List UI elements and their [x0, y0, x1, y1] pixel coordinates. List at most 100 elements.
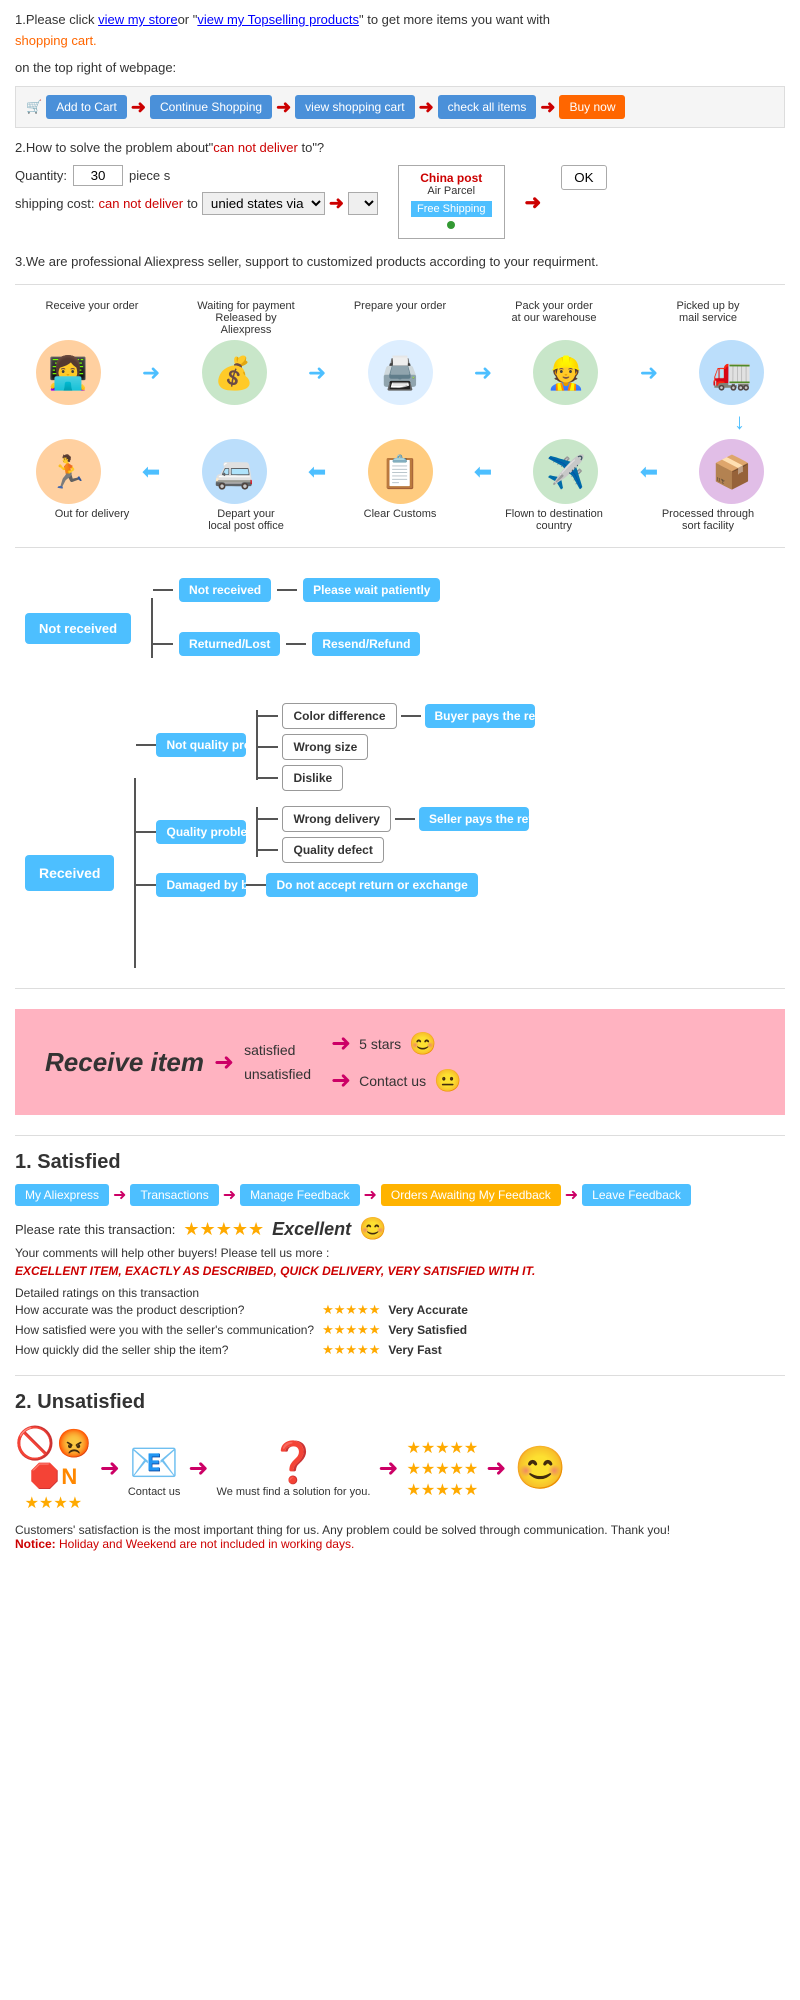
shipping-label: shipping cost: [15, 196, 95, 211]
section-3: 3.We are professional Aliexpress seller,… [15, 254, 785, 269]
section1-text2: on the top right of webpage: [15, 58, 785, 79]
unsatisfied-title: 2. Unsatisfied [15, 1391, 785, 1414]
comment-text: Your comments will help other buyers! Pl… [15, 1246, 785, 1260]
proc-label-2: Waiting for paymentReleased by Aliexpres… [191, 300, 301, 336]
shopping-cart-link[interactable]: shopping cart. [15, 33, 97, 48]
nav-transactions[interactable]: Transactions [130, 1184, 218, 1206]
no-sign-icon: 🚫 [15, 1424, 55, 1462]
q2-stars: ★★★★★ [322, 1322, 380, 1337]
receive-arrow-2: ➜ [331, 1029, 351, 1058]
quantity-input[interactable] [73, 165, 123, 186]
returned-lost-box: Returned/Lost [179, 632, 280, 656]
q3-label: How quickly did the seller ship the item… [15, 1340, 322, 1360]
continue-shopping-button[interactable]: Continue Shopping [150, 95, 272, 119]
q2-label: How satisfied were you with the seller's… [15, 1320, 322, 1340]
resend-refund-box: Resend/Refund [312, 632, 420, 656]
stop-sign-icon: 🛑 [29, 1462, 59, 1491]
ok-button[interactable]: OK [561, 165, 606, 190]
section3-text: 3.We are professional Aliexpress seller,… [15, 254, 785, 269]
n-letter: N [61, 1464, 77, 1490]
satisfied-section: 1. Satisfied My Aliexpress ➜ Transaction… [15, 1151, 785, 1360]
smile-icon: 😊 [409, 1031, 436, 1057]
nav-arrow-2: ➜ [223, 1185, 236, 1205]
rating-row-1: How accurate was the product description… [15, 1300, 476, 1320]
nav-leave-feedback[interactable]: Leave Feedback [582, 1184, 691, 1206]
question-icon: ❓ [269, 1439, 319, 1486]
unsat-step2: 📧 Contact us [128, 1439, 181, 1498]
arrow4-icon: ➜ [540, 97, 555, 118]
proc-icon-person: 👩‍💻 [36, 340, 101, 405]
big-smile-icon: 😊 [514, 1444, 566, 1493]
wrong-size-box: Wrong size [282, 734, 368, 760]
wait-patiently-box: Please wait patiently [303, 578, 440, 602]
excellent-smile-icon: 😊 [359, 1216, 386, 1242]
proc-arrow-4: ➜ [640, 360, 658, 386]
rate-row: Please rate this transaction: ★★★★★ Exce… [15, 1216, 785, 1242]
section2-title: 2.How to solve the problem about"can not… [15, 138, 785, 159]
excellent-text: Excellent [272, 1219, 351, 1240]
r2-label: Very Satisfied [388, 1320, 476, 1340]
nav-flow: My Aliexpress ➜ Transactions ➜ Manage Fe… [15, 1184, 785, 1206]
rating-row-3: How quickly did the seller ship the item… [15, 1340, 476, 1360]
proc-arrow-1: ➜ [142, 360, 160, 386]
nav-my-aliexpress[interactable]: My Aliexpress [15, 1184, 109, 1206]
view-store-link[interactable]: view my store [98, 12, 177, 27]
buy-now-button[interactable]: Buy now [559, 95, 625, 119]
footer-text: Customers' satisfaction is the most impo… [15, 1523, 785, 1537]
notice-label: Notice: [15, 1537, 59, 1551]
proc-label-7: Depart yourlocal post office [191, 508, 301, 532]
proc-label-9: Flown to destinationcountry [499, 508, 609, 532]
nav-arrow-3: ➜ [364, 1185, 377, 1205]
nav-arrow-4: ➜ [565, 1185, 578, 1205]
section1-text: 1.Please click view my storeor "view my … [15, 10, 785, 52]
rate-label: Please rate this transaction: [15, 1222, 175, 1237]
proc-arrow-2: ➜ [308, 360, 326, 386]
decision-tree-received: Received Not quality problem Color diffe… [15, 678, 785, 978]
arrow6-icon: ➜ [525, 190, 542, 215]
ratings-detail: Detailed ratings on this transaction How… [15, 1286, 785, 1360]
add-to-cart-button[interactable]: Add to Cart [46, 95, 127, 119]
seller-pays-box: Seller pays the return shipping fee [419, 807, 529, 831]
star-row3: ★★★★★ [407, 1480, 479, 1500]
proc-icon-plane: ✈️ [533, 439, 598, 504]
arrow5-icon: ➜ [329, 193, 344, 214]
method-select[interactable] [348, 192, 378, 215]
excellent-item-text: EXCELLENT ITEM, EXACTLY AS DESCRIBED, QU… [15, 1264, 785, 1278]
process-section: Receive your order Waiting for paymentRe… [15, 300, 785, 532]
unsat-flow: 🚫 😡 🛑 N ★★★★ ➜ 📧 Contact us ➜ ❓ [15, 1424, 785, 1513]
country-select[interactable]: unied states via [202, 192, 325, 215]
proc-arrow-6: ⬅ [308, 459, 326, 485]
proc-icon-truck: 🚛 [699, 340, 764, 405]
satisfied-label: satisfied [244, 1042, 295, 1058]
quantity-label: Quantity: [15, 168, 67, 183]
q1-label: How accurate was the product description… [15, 1300, 322, 1320]
proc-arrow-5: ⬅ [142, 459, 160, 485]
check-items-button[interactable]: check all items [438, 95, 537, 119]
unsat-arrow-4: ➜ [486, 1454, 506, 1483]
unsat-arrow-1: ➜ [100, 1454, 120, 1483]
proc-arrow-8: ⬅ [640, 459, 658, 485]
angry-face-icon: 😡 [57, 1427, 92, 1460]
damaged-box: Damaged by buyer [156, 873, 246, 897]
proc-arrow-7: ⬅ [474, 459, 492, 485]
view-cart-button[interactable]: view shopping cart [295, 95, 414, 119]
unsatisfied-label: unsatisfied [244, 1066, 311, 1082]
proc-label-4: Pack your orderat our warehouse [499, 300, 609, 336]
shipping-row: shipping cost: can not deliver to unied … [15, 192, 378, 215]
unsatisfied-section: 2. Unsatisfied 🚫 😡 🛑 N ★★★★ ➜ 📧 [15, 1391, 785, 1551]
section-1: 1.Please click view my storeor "view my … [15, 10, 785, 128]
proc-icon-dollar: 💰 [202, 340, 267, 405]
proc-label-8: Clear Customs [345, 508, 455, 532]
contact-us-label: Contact us [359, 1073, 426, 1089]
email-icon: 📧 [129, 1439, 179, 1486]
not-received-box: Not received [25, 613, 131, 644]
nav-manage-feedback[interactable]: Manage Feedback [240, 1184, 359, 1206]
view-topselling-link[interactable]: view my Topselling products [197, 12, 359, 27]
unsat-arrow-2: ➜ [188, 1454, 208, 1483]
receive-item-title: Receive item [45, 1047, 204, 1078]
unsat-arrow-3: ➜ [378, 1454, 398, 1483]
nav-orders-awaiting[interactable]: Orders Awaiting My Feedback [381, 1184, 561, 1206]
receive-arrow-3: ➜ [331, 1066, 351, 1095]
arrow2-icon: ➜ [276, 97, 291, 118]
proc-icon-printer: 🖨️ [368, 340, 433, 405]
